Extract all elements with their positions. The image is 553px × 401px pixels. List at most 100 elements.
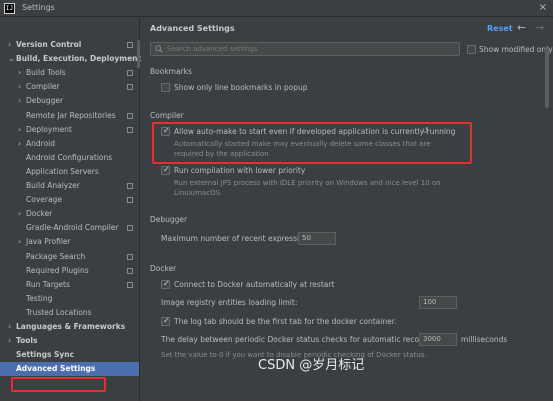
project-config-icon xyxy=(127,183,133,189)
settings-tree: › Version Control ⌄ Build, Execution, Deplo… xyxy=(0,18,142,401)
chevron-right-icon[interactable]: › xyxy=(18,94,21,108)
docker-delay-label: The delay between periodic Docker status… xyxy=(161,335,455,344)
sidebar-item-label: Package Search xyxy=(26,251,86,261)
page-title: Advanced Settings xyxy=(150,24,235,33)
search-input[interactable] xyxy=(167,43,457,55)
sidebar-item-required-plugins[interactable]: Required Plugins xyxy=(0,264,139,278)
title-bar: IJ Settings × xyxy=(0,0,553,17)
section-debugger: Debugger xyxy=(150,215,188,224)
search-field[interactable] xyxy=(150,42,460,56)
main-scrollbar[interactable] xyxy=(545,48,549,108)
show-modified-label: Show modified only xyxy=(479,45,553,54)
docker-delay-input[interactable]: 3000 xyxy=(419,333,457,346)
watermark: CSDN @岁月标记 xyxy=(258,358,365,373)
close-icon[interactable]: × xyxy=(539,2,547,13)
sidebar-item-deployment[interactable]: › Deployment xyxy=(0,123,139,137)
chevron-right-icon[interactable]: › xyxy=(18,235,21,249)
sidebar-item-label: Gradle-Android Compiler xyxy=(26,223,119,233)
project-config-icon xyxy=(127,253,133,260)
lower-priority-checkbox[interactable] xyxy=(161,165,170,175)
sidebar-item-label: Run Targets xyxy=(26,279,70,289)
chevron-right-icon[interactable]: › xyxy=(8,334,11,348)
sidebar-item-label: Application Servers xyxy=(26,166,99,176)
chevron-right-icon[interactable]: › xyxy=(18,123,21,137)
sidebar-item-coverage[interactable]: Coverage xyxy=(0,193,139,207)
chevron-right-icon[interactable]: › xyxy=(8,320,11,334)
sidebar-item-label: Debugger xyxy=(26,96,64,106)
sidebar-item-label: Compiler xyxy=(26,82,60,92)
annotation-highlight-advanced-settings xyxy=(11,377,106,392)
lower-priority-description: Run external JPS process with IDLE prior… xyxy=(174,179,441,197)
sidebar-scrollbar[interactable] xyxy=(137,40,140,68)
sidebar-item-label: Docker xyxy=(26,209,53,219)
project-config-icon xyxy=(127,70,133,77)
project-config-icon xyxy=(127,42,133,48)
registry-limit-input[interactable]: 100 xyxy=(419,296,457,309)
docker-connect-checkbox[interactable] xyxy=(161,279,170,289)
sidebar-item-label: Build Tools xyxy=(26,68,66,78)
sidebar-item-trusted-locations[interactable]: Trusted Locations xyxy=(0,306,139,320)
sidebar-item-android-configurations[interactable]: Android Configurations xyxy=(0,151,139,165)
sidebar-item-android[interactable]: › Android xyxy=(0,137,139,151)
sidebar-item-build-analyzer[interactable]: Build Analyzer xyxy=(0,179,139,193)
bookmarks-popup-checkbox[interactable] xyxy=(161,83,170,92)
sidebar-item-version-control[interactable]: › Version Control xyxy=(0,38,139,52)
sidebar-item-label: Tools xyxy=(16,336,38,346)
search-icon xyxy=(155,45,163,53)
sidebar-item-label: Settings Sync xyxy=(16,350,75,360)
max-expressions-input[interactable]: 50 xyxy=(298,232,336,245)
project-config-icon xyxy=(127,197,133,204)
chevron-right-icon[interactable]: › xyxy=(18,80,21,94)
project-config-icon xyxy=(127,267,133,274)
sidebar-item-advanced-settings[interactable]: Advanced Settings xyxy=(0,362,139,377)
registry-limit-label: Image registry entities loading limit: xyxy=(161,298,298,307)
sidebar-item-build-tools[interactable]: › Build Tools xyxy=(0,66,139,80)
project-config-icon xyxy=(127,112,133,119)
sidebar-item-compiler[interactable]: › Compiler xyxy=(0,80,139,94)
sidebar-item-label: Required Plugins xyxy=(26,265,89,275)
reset-link[interactable]: Reset xyxy=(487,24,513,33)
show-modified-checkbox[interactable] xyxy=(467,45,476,54)
sidebar-item-label: Build Analyzer xyxy=(26,181,80,190)
sidebar-item-languages-frameworks[interactable]: › Languages & Frameworks xyxy=(0,320,139,334)
forward-arrow-icon[interactable]: → xyxy=(535,21,544,34)
sidebar-item-run-targets[interactable]: Run Targets xyxy=(0,278,139,292)
sidebar-item-label: Trusted Locations xyxy=(26,307,92,317)
logtab-checkbox[interactable] xyxy=(161,316,170,326)
sidebar-item-label: Coverage xyxy=(26,195,62,205)
sidebar-item-docker[interactable]: › Docker xyxy=(0,207,139,221)
sidebar-item-label: Languages & Frameworks xyxy=(16,322,126,331)
sidebar-item-tools[interactable]: › Tools xyxy=(0,334,139,348)
sidebar-item-debugger[interactable]: › Debugger xyxy=(0,94,139,108)
advanced-settings-panel: Advanced Settings Reset ← → Show modifie… xyxy=(141,18,553,401)
sidebar-item-settings-sync[interactable]: Settings Sync xyxy=(0,348,139,362)
sidebar-item-label: Advanced Settings xyxy=(16,364,96,374)
chevron-right-icon[interactable]: › xyxy=(8,38,11,52)
sidebar-item-label: Deployment xyxy=(26,124,72,134)
annotation-highlight-automake xyxy=(152,122,472,164)
sidebar-item-testing[interactable]: Testing xyxy=(0,292,139,306)
chevron-right-icon[interactable]: › xyxy=(18,207,21,221)
sidebar-item-label: Build, Execution, Deployment xyxy=(16,54,142,64)
sidebar-item-label: Java Profiler xyxy=(26,237,71,247)
sidebar-item-package-search[interactable]: Package Search xyxy=(0,250,139,264)
chevron-right-icon[interactable]: › xyxy=(18,66,21,80)
sidebar-item-build-execution-deployment[interactable]: ⌄ Build, Execution, Deployment xyxy=(0,52,142,66)
sidebar-item-gradle-android-compiler[interactable]: Gradle-Android Compiler xyxy=(0,221,139,235)
project-config-icon xyxy=(127,84,133,91)
chevron-down-icon[interactable]: ⌄ xyxy=(8,52,15,66)
sidebar-item-label: Testing xyxy=(26,293,53,303)
sidebar-item-java-profiler[interactable]: › Java Profiler xyxy=(0,235,139,249)
back-arrow-icon[interactable]: ← xyxy=(517,21,526,34)
sidebar-item-application-servers[interactable]: Application Servers xyxy=(0,165,139,179)
window-title: Settings xyxy=(22,3,55,12)
sidebar-item-label: Android Configurations xyxy=(26,152,113,162)
sidebar-item-label: Remote Jar Repositories xyxy=(26,110,116,120)
project-config-icon xyxy=(127,126,133,133)
project-config-icon xyxy=(127,281,133,288)
chevron-right-icon[interactable]: › xyxy=(18,137,21,151)
project-config-icon xyxy=(127,225,133,232)
sidebar-item-remote-jar-repositories[interactable]: Remote Jar Repositories xyxy=(0,109,139,123)
sidebar-item-label: Version Control xyxy=(16,40,82,49)
lower-priority-label: Run compilation with lower priority xyxy=(174,166,306,175)
